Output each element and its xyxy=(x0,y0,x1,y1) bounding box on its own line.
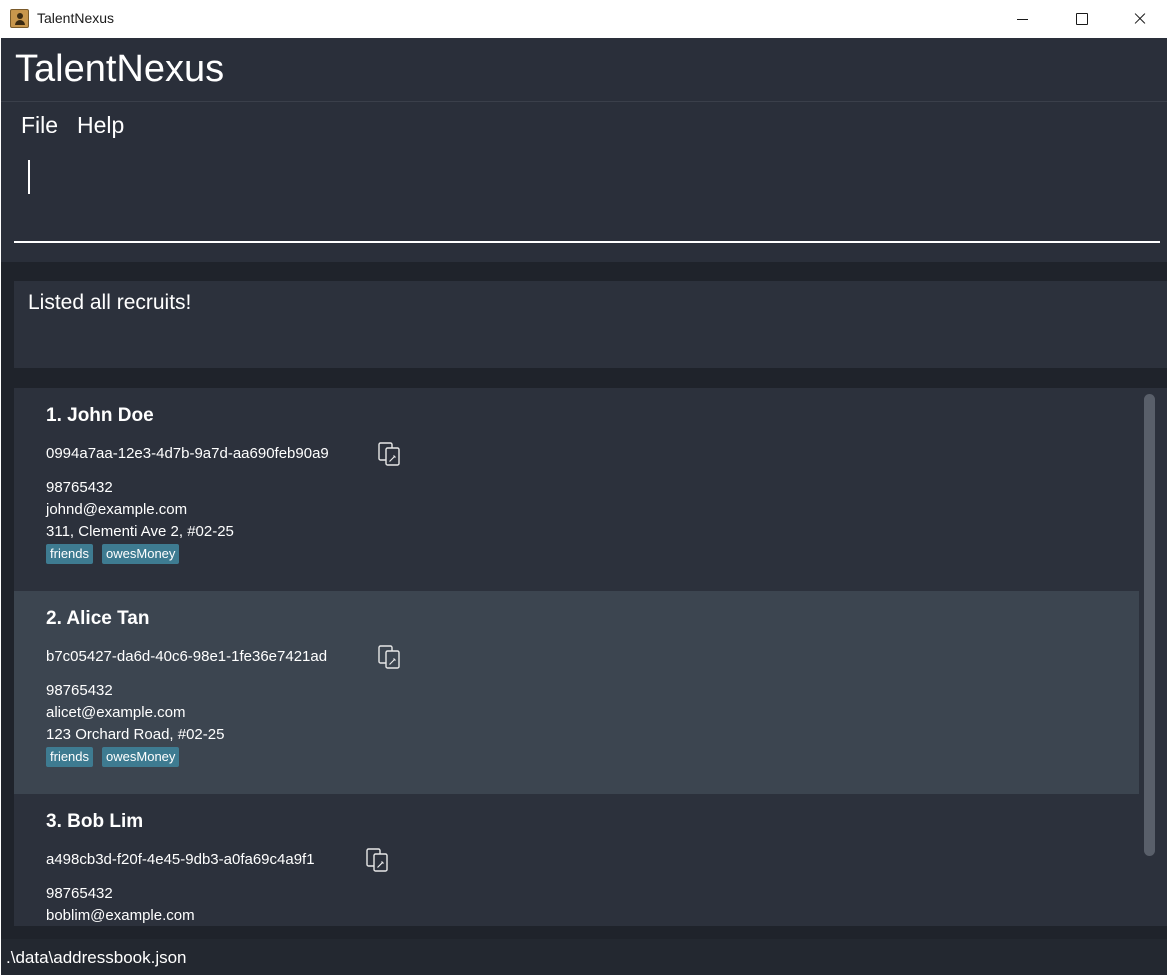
copy-id-icon[interactable] xyxy=(377,442,403,466)
tag: friends xyxy=(46,544,94,564)
person-phone: 98765432 xyxy=(46,885,113,902)
tag: owesMoney xyxy=(102,747,180,767)
person-tags: friends owesMoney xyxy=(46,544,180,564)
person-address: 311, Clementi Ave 2, #02-25 xyxy=(46,523,234,540)
person-card-selected[interactable]: 2. Alice Tan b7c05427-da6d-40c6-98e1-1fe… xyxy=(14,591,1139,794)
person-name: 1. John Doe xyxy=(46,405,154,426)
result-message: Listed all recruits! xyxy=(28,291,192,314)
app-name: TalentNexus xyxy=(15,48,225,90)
text-caret xyxy=(28,160,30,194)
person-address: 123 Orchard Road, #02-25 xyxy=(46,726,225,743)
person-name: 3. Bob Lim xyxy=(46,811,144,832)
person-phone: 98765432 xyxy=(46,682,113,699)
copy-id-icon[interactable] xyxy=(377,645,403,669)
person-card[interactable]: 1. John Doe 0994a7aa-12e3-4d7b-9a7d-aa69… xyxy=(14,388,1139,591)
person-email: alicet@example.com xyxy=(46,704,186,721)
person-email: boblim@example.com xyxy=(46,907,195,924)
person-card[interactable]: 3. Bob Lim a498cb3d-f20f-4e45-9db3-a0fa6… xyxy=(14,794,1139,926)
person-tags: friends owesMoney xyxy=(46,747,180,767)
person-id: 0994a7aa-12e3-4d7b-9a7d-aa690feb90a9 xyxy=(46,445,329,462)
person-name: 2. Alice Tan xyxy=(46,608,150,629)
tag: owesMoney xyxy=(102,544,180,564)
close-button[interactable] xyxy=(1110,0,1167,38)
contacts-book-icon xyxy=(10,9,29,28)
copy-id-icon[interactable] xyxy=(365,848,391,872)
app-header: TalentNexus xyxy=(1,38,1167,102)
result-display: Listed all recruits! xyxy=(14,281,1167,368)
menu-file[interactable]: File xyxy=(21,112,58,139)
menu-help[interactable]: Help xyxy=(77,112,124,139)
menu-and-command-area: File Help xyxy=(1,102,1167,262)
person-phone: 98765432 xyxy=(46,479,113,496)
minimize-button[interactable] xyxy=(993,0,1051,38)
tag: friends xyxy=(46,747,94,767)
person-email: johnd@example.com xyxy=(46,501,188,518)
command-box xyxy=(14,154,1160,243)
scrollbar-thumb[interactable] xyxy=(1144,394,1155,856)
app-window: TalentNexus File Help Listed all recruit… xyxy=(1,38,1167,975)
person-id: b7c05427-da6d-40c6-98e1-1fe36e7421ad xyxy=(46,648,328,665)
command-input[interactable] xyxy=(14,154,1160,241)
person-list[interactable]: 1. John Doe 0994a7aa-12e3-4d7b-9a7d-aa69… xyxy=(14,388,1167,926)
window-title: TalentNexus xyxy=(37,10,115,26)
status-bar: .\data\addressbook.json xyxy=(1,939,1167,975)
maximize-button[interactable] xyxy=(1052,0,1110,38)
window-titlebar: TalentNexus xyxy=(0,0,1167,38)
person-id: a498cb3d-f20f-4e45-9db3-a0fa69c4a9f1 xyxy=(46,851,315,868)
save-file-path: .\data\addressbook.json xyxy=(6,948,187,967)
